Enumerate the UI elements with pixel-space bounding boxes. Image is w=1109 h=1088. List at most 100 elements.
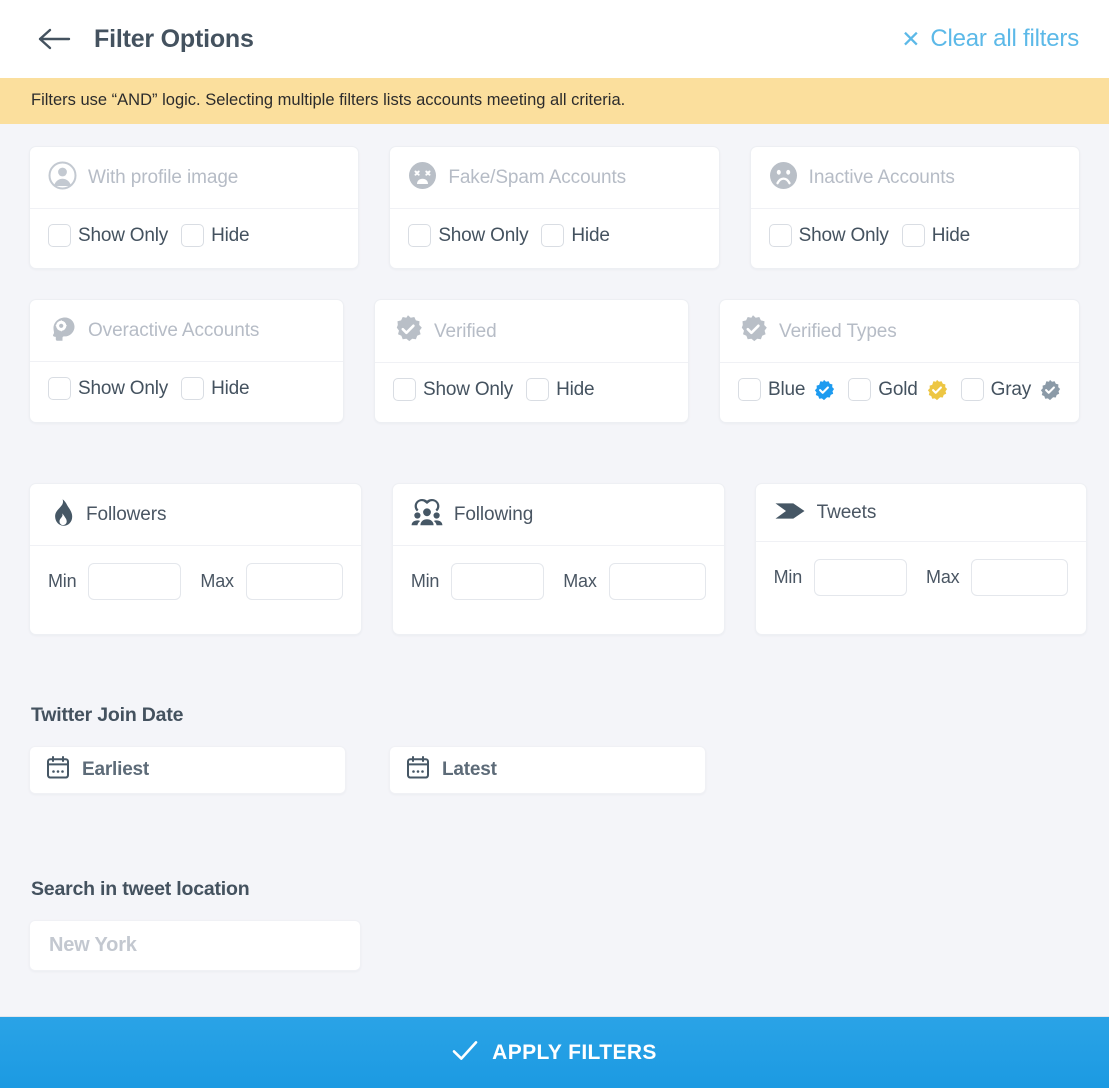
checkbox-show-only[interactable]: Show Only <box>408 224 529 247</box>
checkbox-box-icon[interactable] <box>768 224 792 247</box>
card-header: Fake/Spam Accounts <box>390 147 719 209</box>
checkbox-box-icon[interactable] <box>48 377 71 400</box>
toggle-filters-row-2: Overactive Accounts Show Only Hide Verif… <box>29 299 1080 423</box>
checkbox-box-icon[interactable] <box>393 378 417 401</box>
checkbox-group: Show Only Hide <box>768 224 971 247</box>
filter-card-verified[interactable]: Verified Show Only Hide <box>374 299 690 423</box>
checkbox-label: Show Only <box>78 224 169 246</box>
tweet-location-title: Search in tweet location <box>31 878 250 900</box>
checkbox-label: Gray <box>990 378 1032 400</box>
profile-image-icon <box>48 161 77 195</box>
range-card-followers: Followers Min Max <box>29 483 362 635</box>
following-max-input[interactable] <box>608 563 706 600</box>
max-label: Max <box>563 571 597 591</box>
checkbox-hide[interactable]: Hide <box>526 378 595 401</box>
card-header: Verified Types <box>720 300 1079 363</box>
checkbox-verified-blue[interactable]: Blue <box>738 378 835 401</box>
followers-min-input[interactable] <box>88 563 182 600</box>
checkbox-box-icon[interactable] <box>408 224 432 247</box>
filter-card-with-profile-image[interactable]: With profile image Show Only Hide <box>29 146 360 269</box>
checkbox-label: Show Only <box>798 224 889 246</box>
checkbox-box-icon[interactable] <box>181 377 205 400</box>
earliest-date-label: Earliest <box>82 759 150 780</box>
verified-badge-icon <box>738 314 768 349</box>
tweets-max-input[interactable] <box>971 559 1069 596</box>
checkbox-box-icon[interactable] <box>181 224 205 247</box>
min-label: Min <box>48 571 77 591</box>
card-header: Inactive Accounts <box>750 147 1079 209</box>
checkbox-box-icon[interactable] <box>526 378 550 401</box>
card-body: Show Only Hide <box>30 362 343 421</box>
people-group-icon <box>411 498 443 532</box>
card-body: Blue Gold Gray <box>720 363 1079 422</box>
checkbox-verified-gray[interactable]: Gray <box>960 378 1061 401</box>
checkbox-show-only[interactable]: Show Only <box>48 377 168 400</box>
card-header: Verified <box>375 300 689 363</box>
apply-filters-button[interactable]: APPLY FILTERS <box>0 1016 1109 1088</box>
card-title: Verified <box>434 320 497 342</box>
checkbox-label: Hide <box>211 224 250 246</box>
checkbox-verified-gold[interactable]: Gold <box>848 378 947 401</box>
range-filters-row: Followers Min Max Following Min Max Twee… <box>29 483 1088 635</box>
card-body: Show Only Hide <box>390 209 718 268</box>
tweet-location-input[interactable] <box>29 920 361 971</box>
card-body: Show Only Hide <box>375 363 688 422</box>
checkbox-hide[interactable]: Hide <box>181 224 250 247</box>
clear-all-filters-button[interactable]: ✕ Clear all filters <box>901 25 1079 53</box>
checkbox-box-icon[interactable] <box>541 224 565 247</box>
checkbox-label: Show Only <box>423 378 514 400</box>
page-title: Filter Options <box>94 24 254 53</box>
card-body: Show Only Hide <box>30 209 358 268</box>
verified-badge-gray-icon <box>1039 379 1061 401</box>
latest-date-label: Latest <box>442 759 497 780</box>
filter-card-overactive-accounts[interactable]: Overactive Accounts Show Only Hide <box>29 299 345 423</box>
checkbox-box-icon[interactable] <box>48 224 71 247</box>
checkbox-box-icon[interactable] <box>848 378 872 401</box>
arrow-left-icon[interactable] <box>38 26 72 52</box>
range-card-tweets: Tweets Min Max <box>754 483 1088 635</box>
max-label: Max <box>200 571 234 591</box>
join-date-fields: Earliest Latest <box>29 746 1080 794</box>
filter-card-fake-spam-accounts[interactable]: Fake/Spam Accounts Show Only Hide <box>389 146 720 269</box>
join-date-title: Twitter Join Date <box>31 704 184 726</box>
checkbox-label: Hide <box>211 377 250 399</box>
latest-date-picker[interactable]: Latest <box>389 746 706 794</box>
min-label: Min <box>410 571 440 591</box>
checkbox-show-only[interactable]: Show Only <box>48 224 168 247</box>
checkbox-group: Show Only Hide <box>393 378 595 401</box>
following-min-input[interactable] <box>451 563 545 600</box>
tweets-min-input[interactable] <box>814 559 908 596</box>
earliest-date-picker[interactable]: Earliest <box>29 746 346 794</box>
card-title: With profile image <box>88 167 239 188</box>
checkbox-show-only[interactable]: Show Only <box>393 378 513 401</box>
card-body: Show Only Hide <box>751 209 1079 268</box>
checkbox-box-icon[interactable] <box>738 378 762 401</box>
header-left-group: Filter Options <box>38 25 254 54</box>
checkbox-hide[interactable]: Hide <box>901 224 971 247</box>
page-header: Filter Options ✕ Clear all filters <box>0 0 1109 78</box>
calendar-icon <box>47 756 69 784</box>
checkbox-hide[interactable]: Hide <box>541 224 610 247</box>
checkbox-show-only[interactable]: Show Only <box>768 224 889 247</box>
check-icon <box>452 1040 478 1066</box>
clear-all-filters-label: Clear all filters <box>930 25 1079 52</box>
fake-spam-face-icon <box>408 161 437 195</box>
card-title: Fake/Spam Accounts <box>448 167 627 188</box>
send-arrow-icon <box>774 499 806 528</box>
followers-max-input[interactable] <box>245 563 343 600</box>
card-title: Following <box>453 504 534 525</box>
filter-card-inactive-accounts[interactable]: Inactive Accounts Show Only Hide <box>749 146 1080 269</box>
checkbox-box-icon[interactable] <box>901 224 925 247</box>
card-header: With profile image <box>30 147 359 209</box>
card-header: Overactive Accounts <box>30 300 344 362</box>
card-body: Min Max <box>30 546 361 634</box>
verified-badge-gold-icon <box>926 379 948 401</box>
filter-card-verified-types[interactable]: Verified Types Blue Gold Gray <box>719 299 1080 423</box>
card-title: Followers <box>86 504 167 525</box>
checkbox-hide[interactable]: Hide <box>181 377 250 400</box>
checkbox-label: Hide <box>931 224 971 246</box>
and-logic-notice: Filters use “AND” logic. Selecting multi… <box>0 78 1109 124</box>
min-label: Min <box>773 567 803 587</box>
card-header: Followers <box>30 484 361 546</box>
checkbox-box-icon[interactable] <box>960 378 984 401</box>
